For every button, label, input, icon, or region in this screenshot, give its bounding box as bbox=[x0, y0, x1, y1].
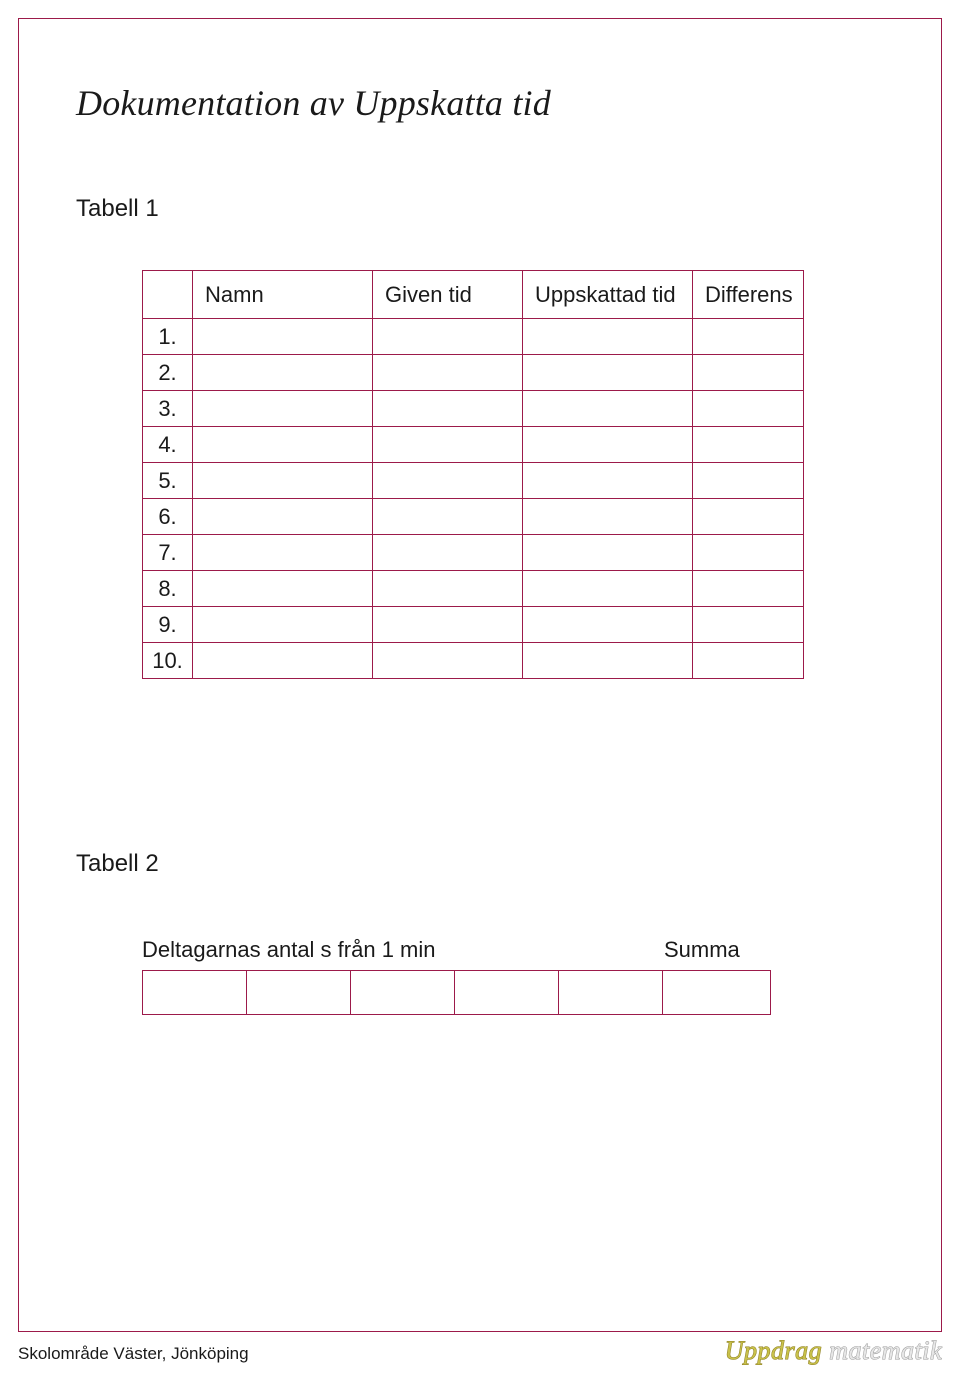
table-cell bbox=[523, 535, 693, 571]
table-cell bbox=[193, 427, 373, 463]
footer-logo-uppdrag: Uppdrag bbox=[725, 1336, 822, 1365]
table-row: 10. bbox=[143, 643, 804, 679]
row-number: 6. bbox=[143, 499, 193, 535]
table-cell bbox=[373, 355, 523, 391]
row-number: 2. bbox=[143, 355, 193, 391]
table-cell bbox=[193, 391, 373, 427]
table-cell bbox=[693, 427, 804, 463]
table-cell bbox=[523, 463, 693, 499]
tabell1-header-given-tid: Given tid bbox=[373, 271, 523, 319]
table-cell bbox=[693, 535, 804, 571]
table-cell bbox=[373, 319, 523, 355]
table-cell bbox=[693, 319, 804, 355]
table-row: 9. bbox=[143, 607, 804, 643]
table-row: 8. bbox=[143, 571, 804, 607]
table-cell bbox=[523, 355, 693, 391]
footer-logo: Uppdrag matematik bbox=[725, 1336, 942, 1366]
table-row: 7. bbox=[143, 535, 804, 571]
table-cell bbox=[193, 571, 373, 607]
tabell1: Namn Given tid Uppskattad tid Differens … bbox=[142, 270, 804, 679]
table-cell bbox=[373, 499, 523, 535]
tabell2-cell bbox=[455, 971, 559, 1015]
tabell1-header-blank bbox=[143, 271, 193, 319]
tabell2-cell bbox=[351, 971, 455, 1015]
table-cell bbox=[373, 535, 523, 571]
tabell2-sum-label: Summa bbox=[664, 937, 740, 963]
tabell1-header-differens: Differens bbox=[693, 271, 804, 319]
table-cell bbox=[523, 427, 693, 463]
tabell2-cell bbox=[143, 971, 247, 1015]
table-row: 4. bbox=[143, 427, 804, 463]
table-cell bbox=[523, 607, 693, 643]
table-row: 1. bbox=[143, 319, 804, 355]
table-cell bbox=[373, 607, 523, 643]
table-cell bbox=[693, 463, 804, 499]
row-number: 8. bbox=[143, 571, 193, 607]
footer-left: Skolområde Väster, Jönköping bbox=[18, 1344, 249, 1364]
table-row: 5. bbox=[143, 463, 804, 499]
table-cell bbox=[193, 355, 373, 391]
table-cell bbox=[693, 607, 804, 643]
row-number: 1. bbox=[143, 319, 193, 355]
table-cell bbox=[523, 499, 693, 535]
table-cell bbox=[193, 643, 373, 679]
table-cell bbox=[523, 319, 693, 355]
row-number: 4. bbox=[143, 427, 193, 463]
table-cell bbox=[373, 571, 523, 607]
table-row: 3. bbox=[143, 391, 804, 427]
table-cell bbox=[693, 499, 804, 535]
table-cell bbox=[193, 607, 373, 643]
tabell1-header-row: Namn Given tid Uppskattad tid Differens bbox=[143, 271, 804, 319]
table-cell bbox=[523, 643, 693, 679]
tabell2 bbox=[142, 970, 771, 1015]
table-cell bbox=[193, 499, 373, 535]
tabell2-desc: Deltagarnas antal s från 1 min bbox=[142, 937, 436, 963]
row-number: 5. bbox=[143, 463, 193, 499]
row-number: 10. bbox=[143, 643, 193, 679]
table-cell bbox=[693, 391, 804, 427]
table-cell bbox=[193, 535, 373, 571]
table-row: 2. bbox=[143, 355, 804, 391]
table-cell bbox=[193, 463, 373, 499]
row-number: 9. bbox=[143, 607, 193, 643]
table-cell bbox=[523, 571, 693, 607]
table-cell bbox=[523, 391, 693, 427]
tabell1-header-uppskattad-tid: Uppskattad tid bbox=[523, 271, 693, 319]
tabell2-label: Tabell 2 bbox=[76, 850, 159, 878]
table-cell bbox=[693, 643, 804, 679]
page-title: Dokumentation av Uppskatta tid bbox=[76, 82, 551, 124]
table-cell bbox=[373, 463, 523, 499]
table-row: 6. bbox=[143, 499, 804, 535]
table-cell bbox=[373, 427, 523, 463]
table-cell bbox=[693, 355, 804, 391]
table-cell bbox=[693, 571, 804, 607]
table-cell bbox=[373, 391, 523, 427]
row-number: 3. bbox=[143, 391, 193, 427]
tabell2-row bbox=[143, 971, 771, 1015]
tabell2-cell bbox=[559, 971, 663, 1015]
tabell2-sum-cell bbox=[663, 971, 771, 1015]
tabell1-label: Tabell 1 bbox=[76, 195, 159, 223]
table-cell bbox=[193, 319, 373, 355]
table-cell bbox=[373, 643, 523, 679]
tabell2-cell bbox=[247, 971, 351, 1015]
footer-logo-matematik: matematik bbox=[822, 1336, 942, 1365]
row-number: 7. bbox=[143, 535, 193, 571]
tabell1-header-namn: Namn bbox=[193, 271, 373, 319]
